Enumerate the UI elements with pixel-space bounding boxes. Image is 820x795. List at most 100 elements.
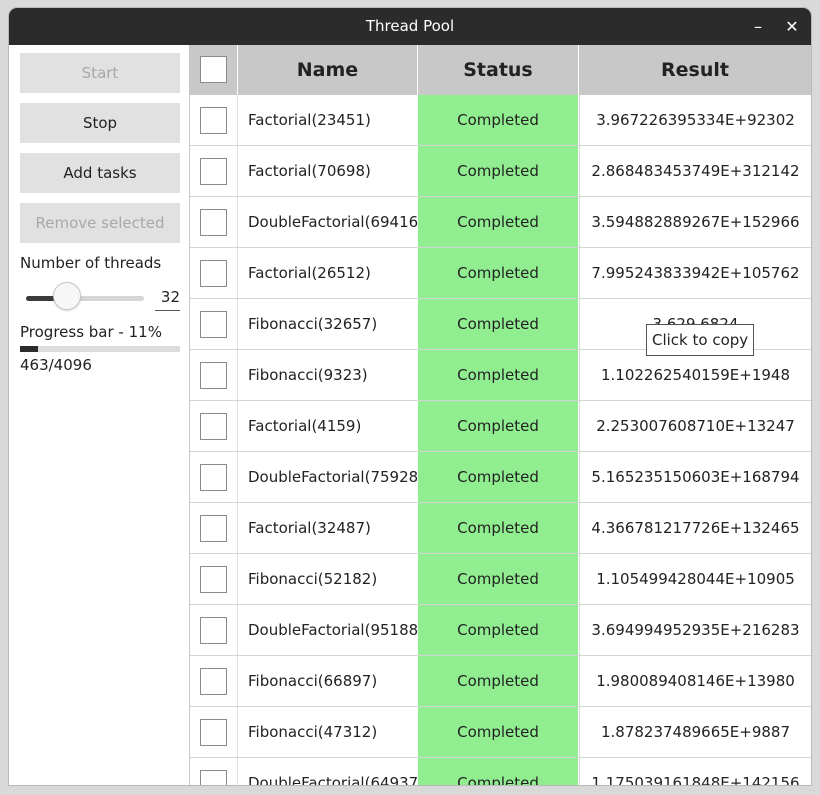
task-status-cell: Completed bbox=[418, 503, 578, 553]
threads-slider-thumb[interactable] bbox=[53, 282, 82, 310]
table-row[interactable]: Factorial(4159) Completed 2.253007608710E+… bbox=[190, 401, 811, 452]
task-result-cell[interactable]: 1.980089408146E+13980 bbox=[579, 656, 811, 706]
task-status-cell: Completed bbox=[418, 95, 578, 145]
task-result-cell[interactable]: 2.868483453749E+312142 bbox=[579, 146, 811, 196]
table-row[interactable]: Factorial(70698) Completed 2.868483453749E… bbox=[190, 146, 811, 197]
row-checkbox[interactable] bbox=[200, 209, 227, 236]
task-name-cell: Factorial(32487) bbox=[248, 519, 371, 537]
row-divider bbox=[237, 452, 238, 502]
row-checkbox[interactable] bbox=[200, 719, 227, 746]
task-result-cell[interactable]: 5.165235150603E+168794 bbox=[579, 452, 811, 502]
add-tasks-button[interactable]: Add tasks bbox=[20, 153, 180, 193]
task-table: Name Status Result Factorial(23451) Compl… bbox=[190, 45, 811, 785]
task-status-cell: Completed bbox=[418, 758, 578, 785]
row-divider bbox=[237, 401, 238, 451]
table-row[interactable]: Fibonacci(9323) Completed 1.102262540159E+… bbox=[190, 350, 811, 401]
task-name-cell: DoubleFactorial(64937) bbox=[248, 774, 418, 785]
window-title: Thread Pool bbox=[365, 17, 455, 35]
start-button[interactable]: Start bbox=[20, 53, 180, 93]
row-checkbox[interactable] bbox=[200, 464, 227, 491]
row-checkbox[interactable] bbox=[200, 362, 227, 389]
table-row[interactable]: Factorial(26512) Completed 7.995243833942E… bbox=[190, 248, 811, 299]
row-divider bbox=[237, 350, 238, 400]
table-row[interactable]: Fibonacci(52182) Completed 1.105499428044E… bbox=[190, 554, 811, 605]
task-result-cell[interactable]: 1.105499428044E+10905 bbox=[579, 554, 811, 604]
task-result-cell[interactable]: 3.967226395334E+92302 bbox=[579, 95, 811, 145]
row-divider bbox=[237, 95, 238, 145]
row-checkbox[interactable] bbox=[200, 107, 227, 134]
task-name-cell: Factorial(23451) bbox=[248, 111, 371, 129]
row-divider bbox=[237, 299, 238, 349]
task-status-cell: Completed bbox=[418, 401, 578, 451]
table-body: Factorial(23451) Completed 3.967226395334E… bbox=[190, 95, 811, 785]
threads-label: Number of threads bbox=[20, 254, 162, 272]
row-checkbox[interactable] bbox=[200, 311, 227, 338]
task-result-cell[interactable]: 7.995243833942E+105762 bbox=[579, 248, 811, 298]
row-select-cell bbox=[190, 299, 237, 349]
row-select-cell bbox=[190, 452, 237, 502]
task-status-cell: Completed bbox=[418, 299, 578, 349]
row-divider bbox=[237, 707, 238, 757]
task-status-cell: Completed bbox=[418, 554, 578, 604]
copy-tooltip: Click to copy bbox=[646, 324, 755, 356]
task-result-cell[interactable]: 1.102262540159E+1948 bbox=[579, 350, 811, 400]
row-select-cell bbox=[190, 707, 237, 757]
row-select-cell bbox=[190, 758, 237, 785]
row-checkbox[interactable] bbox=[200, 770, 227, 785]
progress-bar-fill bbox=[20, 346, 38, 352]
remove-selected-button[interactable]: Remove selected bbox=[20, 203, 180, 243]
task-result-cell[interactable]: 3.694994952935E+216283 bbox=[579, 605, 811, 655]
task-name-cell: Factorial(26512) bbox=[248, 264, 371, 282]
row-select-cell bbox=[190, 605, 237, 655]
task-name-cell: Fibonacci(9323) bbox=[248, 366, 368, 384]
close-button[interactable]: ✕ bbox=[780, 8, 804, 45]
task-status-cell: Completed bbox=[418, 197, 578, 247]
row-divider bbox=[237, 605, 238, 655]
table-header: Name Status Result bbox=[190, 45, 811, 95]
result-column-header[interactable]: Result bbox=[579, 45, 811, 95]
row-select-cell bbox=[190, 248, 237, 298]
progress-bar bbox=[20, 346, 180, 352]
task-result-cell[interactable]: 4.366781217726E+132465 bbox=[579, 503, 811, 553]
row-checkbox[interactable] bbox=[200, 260, 227, 287]
table-row[interactable]: Fibonacci(66897) Completed 1.980089408146E… bbox=[190, 656, 811, 707]
task-status-cell: Completed bbox=[418, 350, 578, 400]
table-row[interactable]: Fibonacci(47312) Completed 1.878237489665E… bbox=[190, 707, 811, 758]
sidebar: Start Stop Add tasks Remove selected Num… bbox=[9, 45, 190, 785]
table-row[interactable]: DoubleFactorial(75928) Completed 5.1652351… bbox=[190, 452, 811, 503]
task-status-cell: Completed bbox=[418, 248, 578, 298]
progress-count: 463/4096 bbox=[20, 356, 92, 374]
row-select-cell bbox=[190, 95, 237, 145]
task-status-cell: Completed bbox=[418, 605, 578, 655]
stop-button[interactable]: Stop bbox=[20, 103, 180, 143]
row-checkbox[interactable] bbox=[200, 617, 227, 644]
row-select-cell bbox=[190, 503, 237, 553]
table-row[interactable]: DoubleFactorial(95188) Completed 3.6949949… bbox=[190, 605, 811, 656]
task-name-cell: Fibonacci(47312) bbox=[248, 723, 378, 741]
row-select-cell bbox=[190, 554, 237, 604]
name-column-header[interactable]: Name bbox=[238, 45, 418, 95]
threads-value-field[interactable]: 32 bbox=[155, 288, 180, 311]
task-status-cell: Completed bbox=[418, 452, 578, 502]
task-result-cell[interactable]: 2.253007608710E+13247 bbox=[579, 401, 811, 451]
row-checkbox[interactable] bbox=[200, 566, 227, 593]
threads-slider[interactable] bbox=[26, 296, 144, 301]
minimize-button[interactable]: – bbox=[746, 8, 770, 45]
row-checkbox[interactable] bbox=[200, 668, 227, 695]
row-checkbox[interactable] bbox=[200, 515, 227, 542]
table-row[interactable]: Factorial(32487) Completed 4.366781217726E… bbox=[190, 503, 811, 554]
table-row[interactable]: DoubleFactorial(69416) Completed 3.5948828… bbox=[190, 197, 811, 248]
table-row[interactable]: DoubleFactorial(64937) Completed 1.1750391… bbox=[190, 758, 811, 785]
table-row[interactable]: Factorial(23451) Completed 3.967226395334E… bbox=[190, 95, 811, 146]
task-name-cell: Factorial(70698) bbox=[248, 162, 371, 180]
row-checkbox[interactable] bbox=[200, 158, 227, 185]
task-result-cell[interactable]: 1.175039161848E+142156 bbox=[579, 758, 811, 785]
select-all-header bbox=[190, 45, 238, 95]
select-all-checkbox[interactable] bbox=[200, 56, 227, 83]
row-divider bbox=[237, 197, 238, 247]
task-result-cell[interactable]: 1.878237489665E+9887 bbox=[579, 707, 811, 757]
status-column-header[interactable]: Status bbox=[418, 45, 579, 95]
row-divider bbox=[237, 758, 238, 785]
task-result-cell[interactable]: 3.594882889267E+152966 bbox=[579, 197, 811, 247]
row-checkbox[interactable] bbox=[200, 413, 227, 440]
